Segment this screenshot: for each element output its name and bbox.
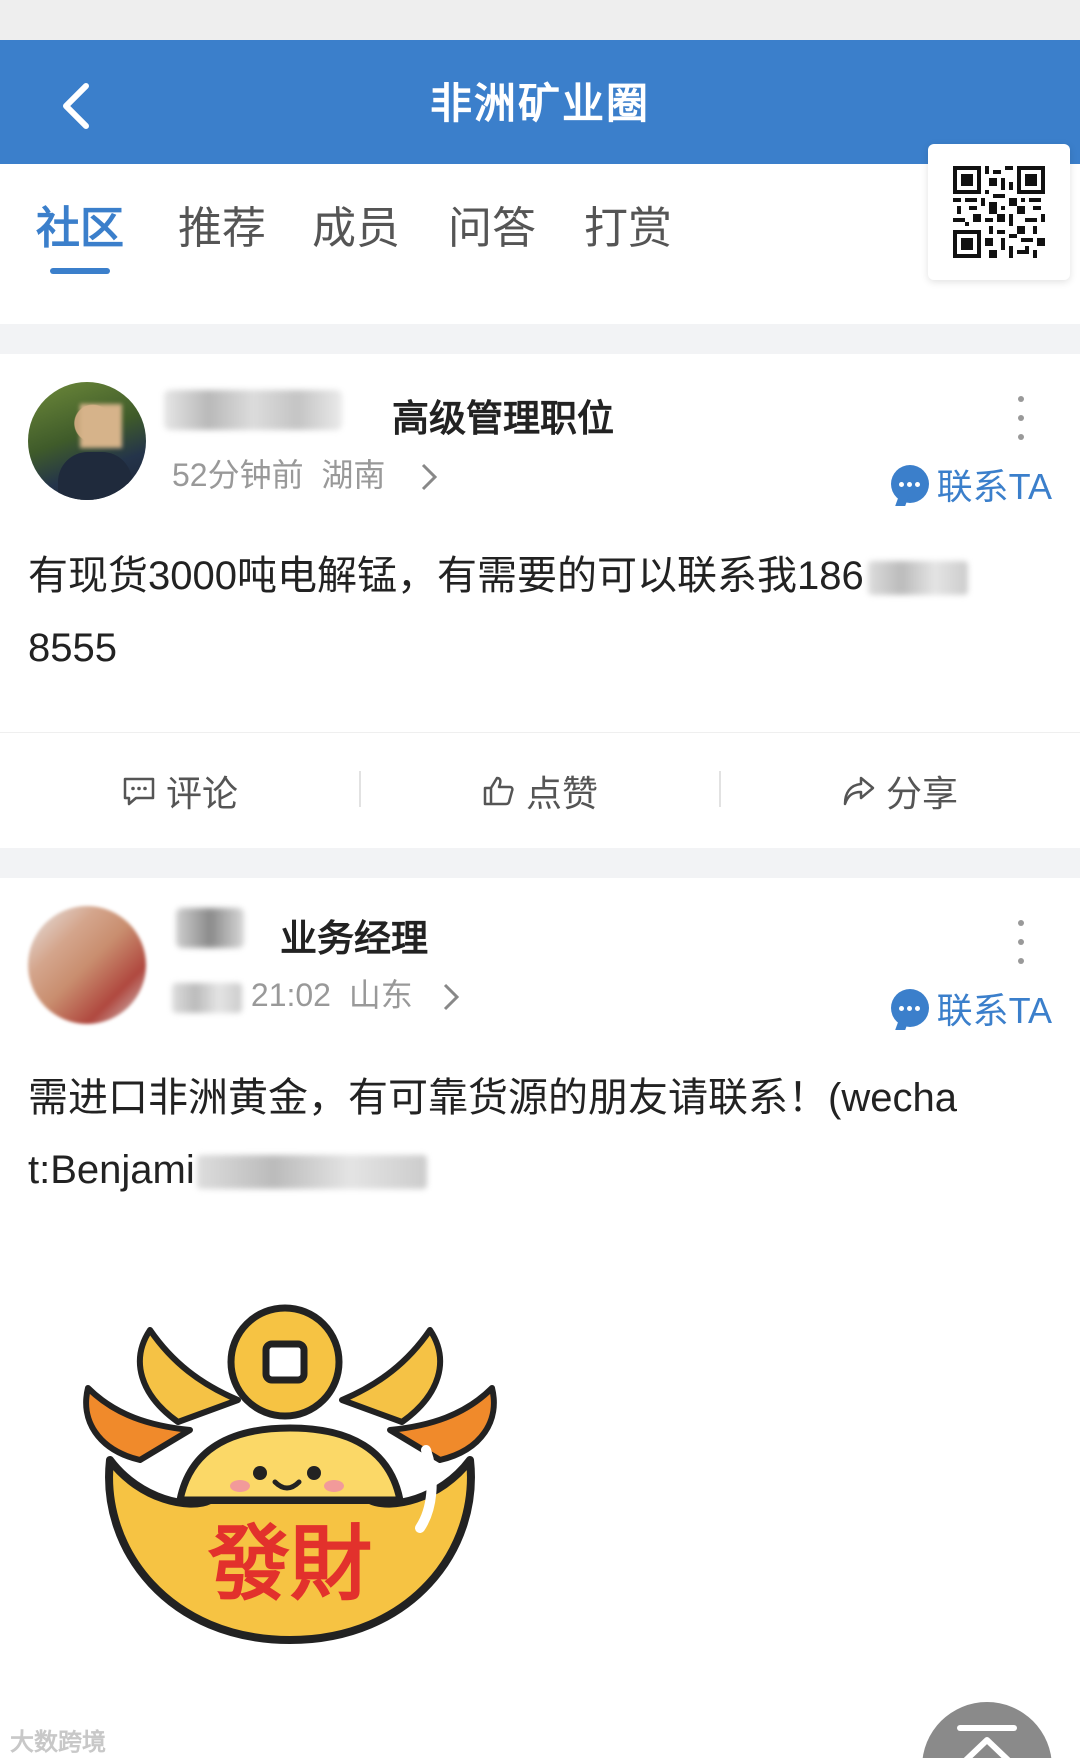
more-options-button[interactable] (1014, 920, 1028, 964)
qr-code-button[interactable] (928, 144, 1070, 280)
avatar[interactable] (28, 382, 146, 500)
page-title: 非洲矿业圈 (429, 80, 650, 127)
phone-redacted (867, 561, 968, 596)
section-divider (0, 848, 1080, 878)
dot-icon (1018, 958, 1024, 964)
post-text-line2: 8555 (28, 626, 117, 670)
contact-label: 联系TA (936, 466, 1052, 507)
dot-icon (1018, 396, 1024, 402)
dot-icon (1018, 920, 1024, 926)
nav-bar: 非洲矿业圈 (0, 40, 1080, 164)
post-time: 21:02 (250, 977, 331, 1013)
post-text-line1: 有现货3000吨电解锰，有需要的可以联系我186 (28, 554, 864, 598)
qr-code-icon (953, 166, 1045, 258)
user-title: 高级管理职位 (392, 398, 614, 439)
username-redacted (164, 390, 342, 430)
thumbs-up-icon (483, 776, 514, 806)
fortune-sticker-image[interactable]: 發財 (70, 1300, 510, 1690)
post-content: 有现货3000吨电解锰，有需要的可以联系我186 8555 (28, 540, 1058, 684)
share-label: 分享 (885, 773, 958, 814)
post-meta[interactable]: 52分钟前 湖南 (172, 450, 385, 496)
like-button[interactable]: 点赞 (360, 733, 720, 849)
tab-members[interactable]: 成员 (312, 192, 400, 256)
avatar[interactable] (28, 906, 146, 1024)
tab-reward[interactable]: 打赏 (584, 192, 672, 256)
contact-label: 联系TA (936, 990, 1052, 1031)
post-card: 高级管理职位 52分钟前 湖南 联系TA 有现货3000吨电解锰，有需要的可以联… (0, 354, 1080, 848)
back-to-top-button[interactable] (922, 1702, 1052, 1758)
post-actions: 评论 点赞 分享 (0, 732, 1080, 848)
dot-icon (1018, 434, 1024, 440)
contact-button[interactable]: 联系TA (890, 458, 1052, 510)
more-options-button[interactable] (1014, 396, 1028, 440)
status-bar (0, 0, 1080, 40)
post-meta[interactable]: 21:02 山东 (172, 970, 413, 1016)
like-label: 点赞 (525, 773, 598, 814)
sticker-text: 發財 (207, 1516, 372, 1612)
post-location: 湖南 (321, 457, 386, 493)
comment-icon (123, 777, 155, 806)
comment-button[interactable]: 评论 (0, 733, 360, 849)
chat-bubble-icon (890, 989, 929, 1027)
post-text-line2: t:Benjami (28, 1148, 195, 1192)
contact-button[interactable]: 联系TA (890, 982, 1052, 1034)
comment-label: 评论 (165, 773, 238, 814)
user-title: 业务经理 (280, 918, 428, 959)
section-divider (0, 324, 1080, 354)
arrow-up-icon (957, 1725, 1017, 1758)
dot-icon (1018, 415, 1024, 421)
post-text-line1: 需进口非洲黄金，有可靠货源的朋友请联系！(wecha (28, 1076, 957, 1120)
watermark: 大数跨境 (10, 1729, 106, 1756)
share-button[interactable]: 分享 (720, 733, 1080, 849)
post-time: 52分钟前 (172, 457, 304, 493)
wechat-id-redacted (196, 1155, 427, 1190)
tab-recommend[interactable]: 推荐 (178, 192, 266, 256)
post-location: 山东 (348, 977, 413, 1013)
tab-qa[interactable]: 问答 (448, 192, 536, 256)
dot-icon (1018, 939, 1024, 945)
active-tab-indicator (50, 268, 110, 274)
tab-community[interactable]: 社区 (36, 192, 124, 256)
date-redacted (172, 982, 242, 1013)
chevron-right-icon (443, 983, 460, 1011)
chevron-right-icon (421, 463, 438, 491)
share-icon (843, 776, 875, 806)
chat-bubble-icon (890, 465, 929, 503)
username-redacted (176, 908, 244, 948)
tab-bar: 社区 推荐 成员 问答 打赏 (0, 164, 1080, 324)
post-content: 需进口非洲黄金，有可靠货源的朋友请联系！(wecha t:Benjami (28, 1062, 1058, 1206)
